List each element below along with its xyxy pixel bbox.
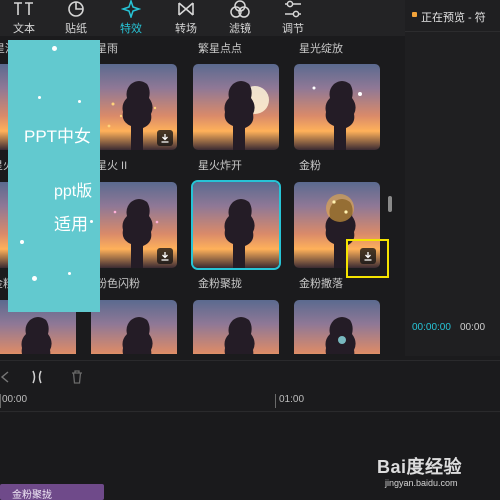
tab-effects-label: 特效 — [120, 23, 142, 35]
highlight-annotation-box — [346, 239, 389, 278]
total-time: 00:00 — [460, 322, 486, 333]
preview-text-line: PPT中女 — [24, 127, 92, 146]
current-time: 00:00:00 — [412, 322, 451, 333]
effect-thumbnail[interactable] — [91, 182, 177, 268]
effects-scrollbar[interactable] — [388, 196, 392, 212]
effect-thumbnail[interactable] — [193, 300, 279, 354]
timeline-ruler[interactable]: 00:00 01:00 — [0, 392, 500, 412]
particle — [38, 96, 41, 99]
effect-label: 星火炸开 — [198, 160, 242, 172]
effect-thumbnail[interactable] — [91, 64, 177, 150]
tab-text-label: 文本 — [13, 23, 35, 35]
particle — [52, 46, 57, 51]
particle — [20, 240, 24, 244]
effects-sparkle-icon — [111, 0, 151, 18]
preview-title: 正在预览 - 符 — [421, 12, 486, 24]
effect-thumbnail[interactable] — [294, 64, 380, 150]
transition-icon — [166, 0, 206, 18]
download-icon[interactable] — [157, 248, 173, 264]
particle — [78, 100, 81, 103]
preview-panel: 正在预览 - 符 — [405, 0, 500, 356]
ruler-time-label: 00:00 — [2, 394, 28, 405]
sticker-icon — [56, 0, 96, 18]
effect-thumbnail[interactable] — [193, 64, 279, 150]
particle — [90, 220, 93, 223]
ruler-tick — [0, 394, 1, 408]
effect-label: 金粉 — [299, 160, 321, 172]
watermark-brand: Bai度经验 — [377, 457, 463, 477]
effect-thumbnail-selected[interactable] — [193, 182, 279, 268]
effect-clip[interactable]: 金粉聚拢 — [0, 484, 104, 500]
preview-screen[interactable]: PPT中女 ppt版 适用 — [8, 40, 100, 312]
effect-label: 星火 II — [96, 160, 128, 172]
tab-transition-label: 转场 — [175, 23, 197, 35]
baidu-jingyan-watermark: Bai度经验 jingyan.baidu.com — [377, 453, 495, 493]
effects-toolbar: 文本 贴纸 特效 转场 滤镜 调节 — [0, 0, 405, 36]
effect-caption: 繁星点点 — [198, 43, 242, 55]
tab-adjust[interactable]: 调节 — [273, 0, 313, 36]
delete-icon[interactable] — [70, 368, 84, 386]
effect-caption: 星光绽放 — [299, 43, 343, 55]
adjust-sliders-icon — [273, 0, 313, 18]
filter-icon — [220, 0, 260, 18]
split-icon[interactable] — [30, 368, 44, 386]
effect-thumbnail[interactable] — [294, 300, 380, 354]
tab-transition[interactable]: 转场 — [166, 0, 206, 36]
effect-label: 粉色闪粉 — [96, 278, 140, 290]
tab-adjust-label: 调节 — [282, 23, 304, 35]
particle — [32, 276, 37, 281]
preview-text-line: ppt版 — [54, 183, 93, 200]
watermark-url: jingyan.baidu.com — [385, 478, 458, 488]
undo-icon[interactable] — [0, 368, 10, 386]
tab-filter[interactable]: 滤镜 — [220, 0, 260, 36]
ruler-tick — [275, 394, 276, 408]
tab-sticker[interactable]: 贴纸 — [56, 0, 96, 36]
effect-clip-label: 金粉聚拢 — [12, 490, 52, 500]
tab-filter-label: 滤镜 — [229, 23, 251, 35]
particle — [68, 272, 71, 275]
tab-sticker-label: 贴纸 — [65, 23, 87, 35]
tab-text[interactable]: 文本 — [4, 0, 44, 36]
effect-label: 金粉撒落 — [299, 278, 343, 290]
preview-text-line: 适用 — [54, 215, 88, 234]
preview-status-dot — [412, 12, 417, 17]
preview-header: 正在预览 - 符 — [405, 0, 500, 32]
text-icon — [4, 0, 44, 18]
ruler-time-label: 01:00 — [279, 394, 305, 405]
effect-thumbnail[interactable] — [91, 300, 177, 354]
tab-effects[interactable]: 特效 — [111, 0, 151, 36]
effect-label: 金粉聚拢 — [198, 278, 242, 290]
download-icon[interactable] — [157, 130, 173, 146]
